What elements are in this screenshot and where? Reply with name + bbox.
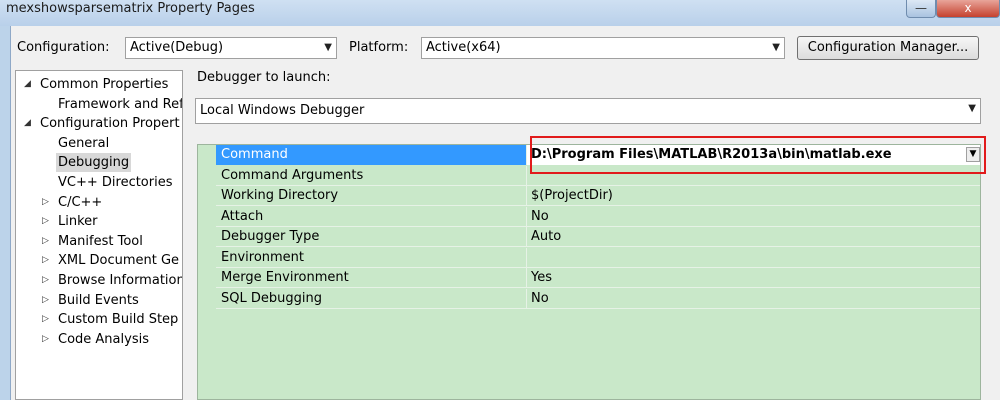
expand-toggle-icon[interactable]: ▷ [42, 212, 49, 231]
expand-toggle-icon[interactable]: ▷ [42, 330, 49, 349]
expand-toggle-icon[interactable]: ▷ [42, 232, 49, 251]
property-value[interactable]: $(ProjectDir) [526, 186, 980, 206]
minimize-icon: — [915, 1, 927, 15]
property-tree[interactable]: ◢ Common Properties Framework and Ref ◢ Conf… [15, 70, 183, 400]
tree-item-label: C/C++ [58, 194, 103, 210]
expand-toggle-icon[interactable]: ▷ [42, 291, 49, 310]
expand-toggle-icon[interactable]: ◢ [24, 114, 31, 133]
property-grid: Command D:\Program Files\MATLAB\R2013a\bi… [197, 144, 981, 400]
chevron-down-icon: ▼ [772, 42, 780, 53]
property-panel: Debugger to launch: Local Windows Debugg… [189, 70, 1000, 400]
expand-toggle-icon[interactable]: ▷ [42, 310, 49, 329]
property-row[interactable]: Merge Environment Yes [216, 268, 980, 288]
debugger-value: Local Windows Debugger [200, 103, 365, 118]
platform-value: Active(x64) [426, 40, 501, 55]
configuration-label: Configuration: [17, 40, 110, 55]
property-value[interactable]: D:\Program Files\MATLAB\R2013a\bin\matla… [526, 145, 980, 165]
platform-label: Platform: [349, 40, 409, 55]
tree-item-label: Common Properties [40, 77, 169, 92]
configuration-dropdown[interactable]: Active(Debug) ▼ [125, 37, 337, 59]
property-value[interactable]: No [526, 288, 980, 309]
property-value-text: Auto [531, 229, 562, 244]
property-value-text: $(ProjectDir) [531, 188, 613, 203]
configuration-value: Active(Debug) [130, 40, 224, 55]
tree-item-label: Framework and Ref [58, 96, 183, 112]
property-name: Environment [221, 249, 305, 265]
property-value[interactable] [526, 165, 980, 186]
property-row[interactable]: Command D:\Program Files\MATLAB\R2013a\bi… [216, 145, 980, 165]
property-value[interactable]: Auto [526, 227, 980, 247]
platform-dropdown[interactable]: Active(x64) ▼ [421, 37, 785, 59]
property-row[interactable]: Environment [216, 247, 980, 268]
expand-toggle-icon[interactable]: ▷ [42, 271, 49, 290]
tree-item-label: Linker [58, 214, 98, 230]
tree-item-label: Browse Information [58, 273, 183, 288]
property-name: Working Directory [221, 188, 339, 203]
expand-toggle-icon[interactable]: ◢ [24, 75, 31, 94]
tree-item-label: Build Events [58, 292, 139, 308]
close-icon: x [964, 1, 972, 15]
property-name: Merge Environment [221, 270, 349, 285]
configuration-manager-button[interactable]: Configuration Manager... [797, 36, 979, 60]
property-row[interactable]: Debugger Type Auto [216, 227, 980, 247]
property-name: Command [221, 147, 288, 162]
property-name: Debugger Type [221, 229, 320, 244]
property-value-text: Yes [531, 270, 552, 285]
property-value[interactable]: Yes [526, 268, 980, 288]
tree-item-label: Custom Build Step [58, 312, 179, 328]
property-name: Attach [221, 208, 264, 224]
property-row[interactable]: Attach No [216, 206, 980, 227]
property-value-text: No [531, 208, 549, 224]
tree-item-label: Debugging [56, 153, 132, 173]
tree-item-label: Code Analysis [58, 331, 149, 347]
tree-item-label: Configuration Propert [40, 116, 180, 132]
grid-gutter [198, 145, 216, 399]
chevron-down-icon: ▼ [324, 42, 332, 53]
property-row[interactable]: SQL Debugging No [216, 288, 980, 309]
dialog-client: Configuration: Active(Debug) ▼ Platform:… [10, 26, 1000, 400]
tree-item-label: Manifest Tool [58, 233, 143, 249]
window-title: mexshowsparsematrix Property Pages [6, 1, 255, 16]
property-name: Command Arguments [221, 167, 364, 183]
property-value-text: D:\Program Files\MATLAB\R2013a\bin\matla… [531, 147, 892, 162]
tree-item-label: XML Document Ge [58, 253, 180, 269]
chevron-down-icon: ▼ [968, 103, 976, 114]
close-button[interactable]: x [936, 0, 1000, 18]
property-value-text: No [531, 290, 549, 306]
property-row[interactable]: Command Arguments [216, 165, 980, 186]
debugger-dropdown[interactable]: Local Windows Debugger ▼ [195, 98, 981, 124]
property-value[interactable]: No [526, 206, 980, 227]
expand-toggle-icon[interactable]: ▷ [42, 193, 49, 212]
property-row[interactable]: Working Directory $(ProjectDir) [216, 186, 980, 206]
debugger-to-launch-label: Debugger to launch: [197, 70, 331, 85]
property-name: SQL Debugging [221, 290, 322, 306]
property-value[interactable] [526, 247, 980, 268]
tree-item-label: General [58, 135, 110, 151]
chevron-down-icon[interactable]: ▼ [966, 147, 980, 162]
tree-item-label: VC++ Directories [58, 175, 173, 190]
title-bar: mexshowsparsematrix Property Pages — x [0, 0, 1000, 26]
expand-toggle-icon[interactable]: ▷ [42, 251, 49, 270]
minimize-button[interactable]: — [906, 0, 936, 18]
